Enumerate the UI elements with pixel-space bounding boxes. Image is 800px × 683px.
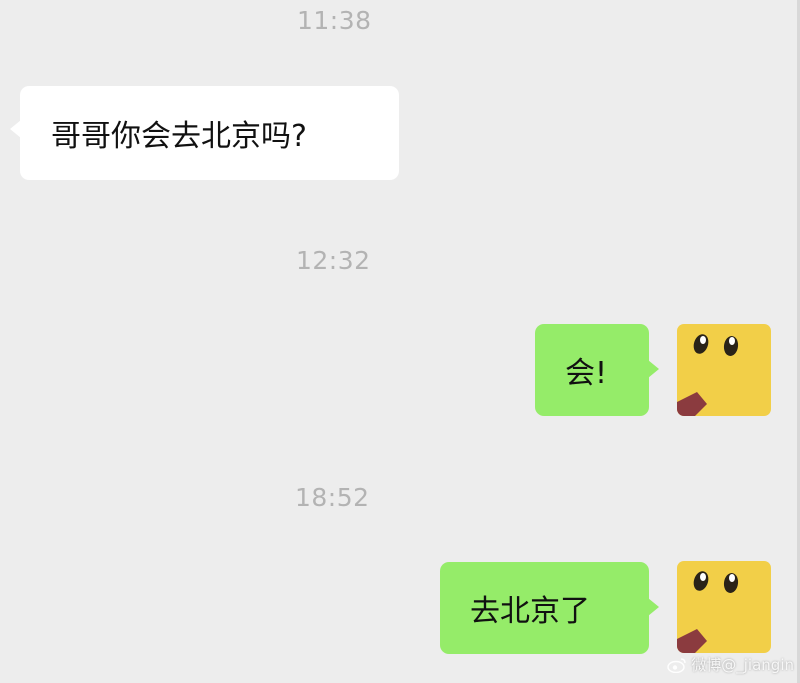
weibo-logo-icon [667,657,687,673]
pikachu-face-icon [677,324,771,416]
watermark-text: 微博@_jiangin [691,656,794,674]
message-timestamp: 12:32 [296,246,371,275]
message-text: 哥哥你会去北京吗? [51,119,307,154]
bubble-tail [648,360,659,378]
weibo-watermark: 微博@_jiangin [667,654,794,675]
user-avatar[interactable] [677,324,771,416]
bubble-tail [10,120,21,138]
outgoing-message-bubble[interactable]: 会! [535,324,659,416]
bubble-tail [648,598,659,616]
message-timestamp: 11:38 [297,6,372,35]
user-avatar[interactable] [677,561,771,653]
pikachu-face-icon [677,561,771,653]
message-timestamp: 18:52 [295,483,370,512]
outgoing-message-bubble[interactable]: 去北京了 [440,562,659,654]
message-text: 去北京了 [470,594,590,629]
message-text: 会! [565,356,608,391]
incoming-message-bubble[interactable]: 哥哥你会去北京吗? [10,86,399,180]
